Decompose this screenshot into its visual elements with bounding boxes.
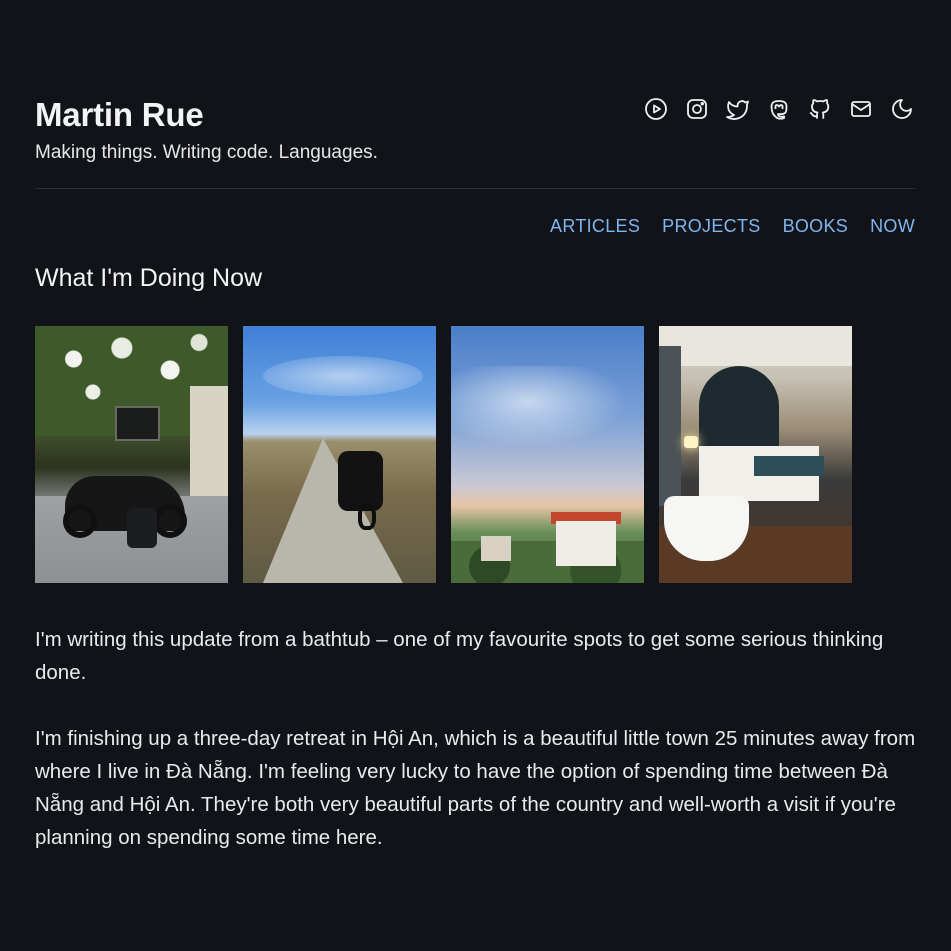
site-tagline: Making things. Writing code. Languages.	[35, 142, 378, 163]
social-links	[643, 96, 915, 122]
photo-moped-outside-building[interactable]	[35, 326, 228, 583]
header-divider	[35, 188, 915, 189]
nav-articles[interactable]: ARTICLES	[550, 216, 640, 237]
youtube-icon[interactable]	[643, 96, 669, 122]
photo-moped-on-road[interactable]	[243, 326, 436, 583]
twitter-icon[interactable]	[725, 96, 751, 122]
paragraph: I'm writing this update from a bathtub –…	[35, 628, 884, 684]
nav-projects[interactable]: PROJECTS	[662, 216, 760, 237]
mastodon-icon[interactable]	[766, 96, 792, 122]
photo-hotel-room-bathtub[interactable]	[659, 326, 852, 583]
moon-icon[interactable]	[889, 96, 915, 122]
page-title: What I'm Doing Now	[35, 264, 263, 292]
github-icon[interactable]	[807, 96, 833, 122]
site-title[interactable]: Martin Rue	[35, 96, 204, 134]
photo-gallery	[35, 326, 852, 583]
main-nav: ARTICLES PROJECTS BOOKS NOW	[550, 216, 915, 237]
mail-icon[interactable]	[848, 96, 874, 122]
instagram-icon[interactable]	[684, 96, 710, 122]
site-header: Martin Rue Making things. Writing code. …	[35, 96, 915, 176]
article-body: I'm writing this update from a bathtub –…	[35, 623, 920, 887]
paragraph: I'm finishing up a three-day retreat in …	[35, 727, 916, 849]
nav-books[interactable]: BOOKS	[783, 216, 849, 237]
page: Martin Rue Making things. Writing code. …	[35, 0, 915, 951]
photo-sky-over-town[interactable]	[451, 326, 644, 583]
nav-now[interactable]: NOW	[870, 216, 915, 237]
